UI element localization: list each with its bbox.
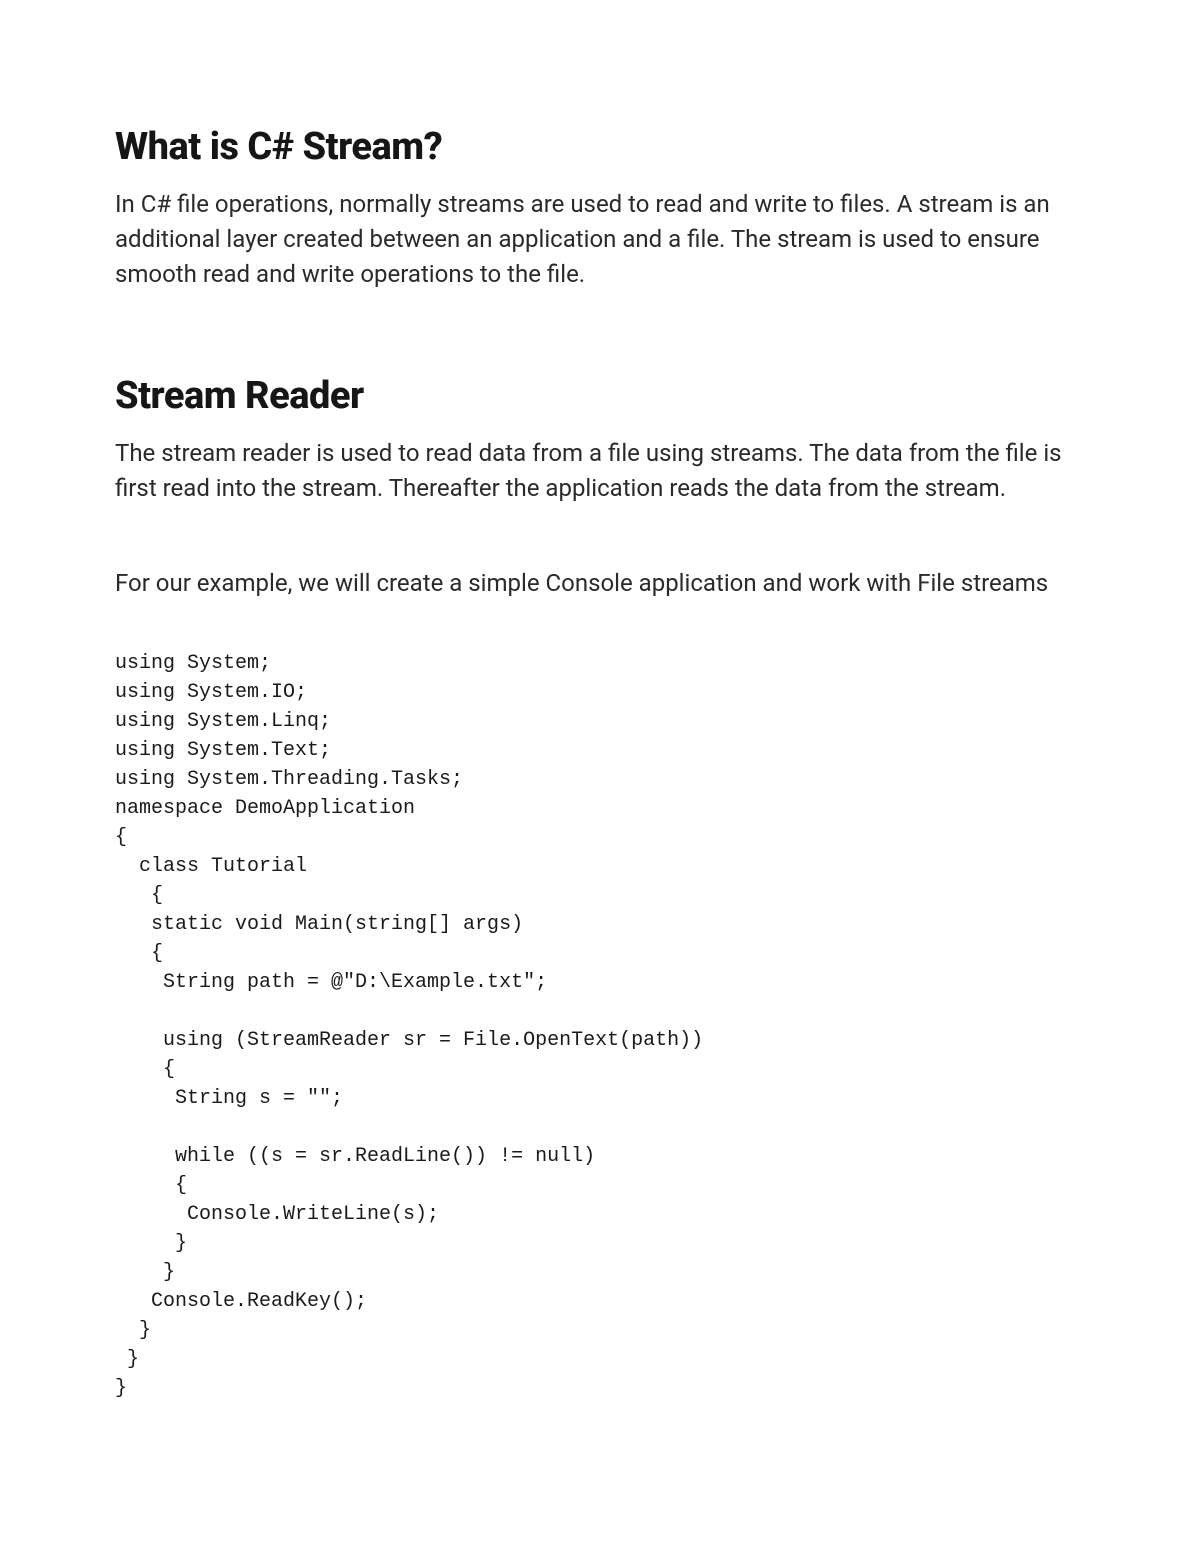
code-block-stream-reader-example: using System; using System.IO; using Sys… <box>115 649 1085 1403</box>
paragraph-gap <box>115 534 1085 566</box>
section-divider <box>115 319 1085 374</box>
paragraph-example-intro: For our example, we will create a simple… <box>115 566 1085 601</box>
paragraph-stream-reader-intro: The stream reader is used to read data f… <box>115 436 1085 506</box>
document-page: What is C# Stream? In C# file operations… <box>0 0 1200 1503</box>
heading-stream-reader: Stream Reader <box>115 374 1085 418</box>
heading-what-is-csharp-stream: What is C# Stream? <box>115 125 1085 169</box>
paragraph-stream-intro: In C# file operations, normally streams … <box>115 187 1085 291</box>
